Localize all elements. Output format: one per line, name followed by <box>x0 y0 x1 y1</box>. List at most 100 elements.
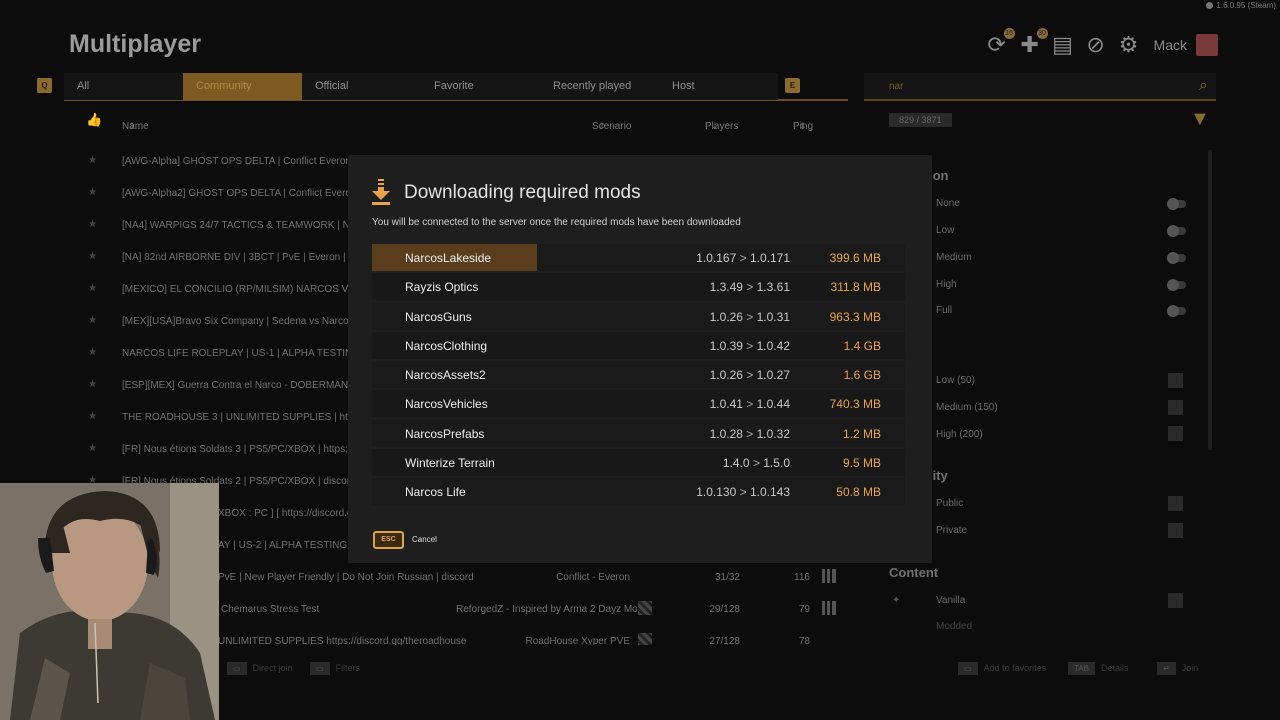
download-icon <box>372 179 390 205</box>
footer-details[interactable]: TAB Details <box>1068 662 1128 675</box>
filter-checkbox[interactable] <box>1168 496 1183 511</box>
mod-size: 311.8 MB <box>830 280 881 295</box>
search-input[interactable]: nar ⌕ <box>864 73 1216 101</box>
mod-name: NarcosVehicles <box>405 397 488 412</box>
mod-name: NarcosClothing <box>405 338 488 353</box>
filter-option-label: High <box>936 279 957 290</box>
cancel-button[interactable]: Cancel <box>412 535 437 544</box>
mod-list: NarcosLakeside 1.0.167 > 1.0.171 399.6 MB R… <box>372 244 905 508</box>
tab-official[interactable]: Official <box>302 73 421 100</box>
mod-row: NarcosLakeside 1.0.167 > 1.0.171 399.6 MB <box>372 244 905 271</box>
thumbs-up-icon[interactable]: 👍 <box>86 112 102 128</box>
filter-toggle[interactable] <box>1167 252 1186 264</box>
mod-row: Winterize Terrain 1.4.0 > 1.5.0 9.5 MB <box>372 449 905 477</box>
dialog-subtitle: You will be connected to the server once… <box>372 217 741 228</box>
footer-join[interactable]: ↵ Join <box>1157 662 1198 675</box>
filter-option-label: High (200) <box>936 429 983 440</box>
version-arrow: > <box>749 456 764 471</box>
filter-checkbox[interactable] <box>1168 373 1183 388</box>
news-icon[interactable]: ▤ <box>1051 33 1075 57</box>
tab-all[interactable]: All <box>64 73 183 100</box>
mod-row: NarcosGuns 1.0.26 > 1.0.31 963.3 MB <box>372 302 905 330</box>
filter-toggle[interactable] <box>1167 198 1186 210</box>
mod-size: 740.3 MB <box>829 397 881 412</box>
mod-row: NarcosClothing 1.0.39 > 1.0.42 1.4 GB <box>372 331 905 359</box>
mod-size: 50.8 MB <box>836 485 881 500</box>
favorite-star-icon[interactable]: ★ <box>88 155 97 166</box>
favorite-star-icon[interactable]: ★ <box>88 379 97 390</box>
favorite-star-icon[interactable]: ★ <box>88 219 97 230</box>
filter-funnel-icon[interactable]: ▼ <box>1190 108 1210 131</box>
search-icon[interactable]: ⌕ <box>1199 77 1208 95</box>
mods-puzzle-icon[interactable]: ✚ 30 <box>1018 28 1048 57</box>
server-name: [NA] 82nd AIRBORNE DIV | 3BCT | PvE | Ev… <box>122 252 375 263</box>
filter-checkbox[interactable] <box>1168 523 1183 538</box>
favorite-star-icon[interactable]: ★ <box>88 315 97 326</box>
filter-toggle[interactable] <box>1167 225 1186 237</box>
mod-name: NarcosGuns <box>405 309 472 324</box>
key-hint-icon: ▭ <box>958 662 978 675</box>
footer-label: Details <box>1100 663 1129 673</box>
footer-filters[interactable]: ▭ Filters <box>310 662 360 675</box>
filter-checkbox[interactable] <box>1168 593 1183 608</box>
settings-gear-icon[interactable]: ⚙ <box>1117 33 1141 57</box>
server-name: PvE | New Player Friendly | Do Not Join … <box>218 572 474 583</box>
favorite-star-icon[interactable]: ★ <box>88 251 97 262</box>
filter-option-label: Public <box>936 498 964 509</box>
user-name[interactable]: Mack <box>1154 37 1187 53</box>
version-arrow: > <box>742 368 757 383</box>
favorite-star-icon[interactable]: ★ <box>88 187 97 198</box>
sort-icon: ⇣ <box>711 121 719 131</box>
filter-checkbox[interactable] <box>1168 400 1183 415</box>
footer-add-favorites[interactable]: ▭ Add to favorites <box>958 662 1046 675</box>
mod-version-from: 1.4.0 <box>722 456 750 471</box>
footer-label: Add to favorites <box>983 663 1047 673</box>
refresh-icon[interactable]: ⟳ 16 <box>985 28 1015 57</box>
tab-favorite[interactable]: Favorite <box>421 73 540 100</box>
sort-icon: ⇕ <box>128 121 136 131</box>
mod-version: 1.4.0 > 1.5.0 <box>723 456 790 470</box>
modded-icon <box>638 633 652 645</box>
mod-version: 1.0.130 > 1.0.143 <box>696 485 790 499</box>
version-arrow: > <box>742 309 757 324</box>
mod-version: 1.0.41 > 1.0.44 <box>710 397 790 411</box>
avatar[interactable] <box>1196 34 1218 56</box>
filter-checkbox[interactable] <box>1168 426 1183 441</box>
mod-row: Rayzis Optics 1.3.49 > 1.3.61 311.8 MB <box>372 273 905 301</box>
mod-version-to: 1.0.44 <box>756 397 790 412</box>
server-name: [MEX][USA]Bravo Six Company | Sedena vs … <box>122 316 370 327</box>
mod-version-from: 1.0.28 <box>709 426 743 441</box>
mod-version-from: 1.0.167 <box>696 251 737 265</box>
mod-version-from: 1.0.41 <box>709 397 743 412</box>
server-name: [NA4] WARPIGS 24/7 TACTICS & TEAMWORK | … <box>122 220 376 231</box>
mod-size: 1.6 GB <box>843 368 881 383</box>
tab-community[interactable]: Community <box>183 73 302 100</box>
filter-scrollbar[interactable] <box>1208 150 1212 450</box>
favorite-star-icon[interactable]: ★ <box>88 411 97 422</box>
mod-version: 1.3.49 > 1.3.61 <box>710 280 790 294</box>
footer-direct-join[interactable]: ▭ Direct join <box>227 662 293 675</box>
mod-version-from: 1.0.130 <box>696 485 737 500</box>
version-arrow: > <box>742 280 757 295</box>
favorite-star-icon[interactable]: ★ <box>88 347 97 358</box>
block-list-icon[interactable]: ⊘ <box>1084 33 1108 57</box>
esc-key-icon[interactable]: ESC <box>373 531 404 549</box>
tab-recently-played[interactable]: Recently played <box>540 73 659 100</box>
tab-host[interactable]: Host <box>659 73 778 100</box>
mod-row: NarcosAssets2 1.0.26 > 1.0.27 1.6 GB <box>372 361 905 389</box>
mod-version-to: 1.0.31 <box>756 309 790 324</box>
version-arrow: > <box>736 485 750 500</box>
download-mods-dialog: Downloading required mods You will be co… <box>348 155 932 563</box>
footer-label: Direct join <box>252 663 293 673</box>
filter-toggle[interactable] <box>1167 279 1186 291</box>
mod-row: NarcosVehicles 1.0.41 > 1.0.44 740.3 MB <box>372 390 905 418</box>
key-hint-icon: ▭ <box>310 662 330 675</box>
filter-toggle[interactable] <box>1167 305 1186 317</box>
webcam-person-image <box>0 483 219 720</box>
server-ping: 78 <box>798 636 810 645</box>
version-arrow: > <box>742 338 757 353</box>
favorite-star-icon[interactable]: ★ <box>88 443 97 454</box>
mods-badge: 30 <box>1036 28 1048 39</box>
version-arrow: > <box>742 426 757 441</box>
favorite-star-icon[interactable]: ★ <box>88 283 97 294</box>
